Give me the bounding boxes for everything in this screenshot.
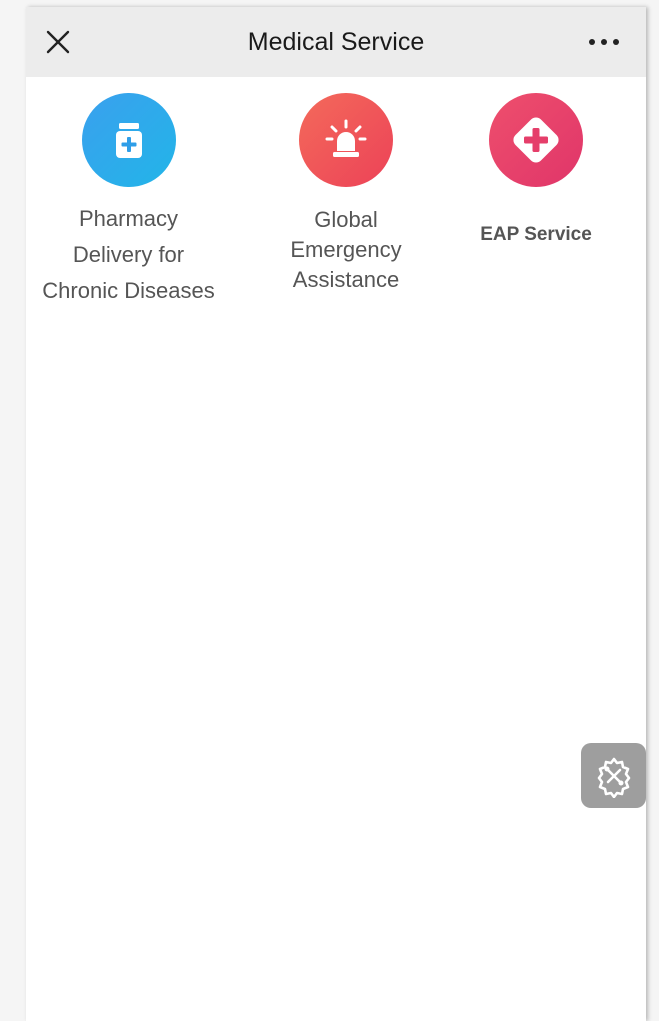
siren-icon bbox=[325, 119, 367, 157]
service-label: Global Emergency Assistance bbox=[290, 207, 402, 292]
tools-gear-icon bbox=[597, 757, 630, 798]
medicine-bottle-icon bbox=[115, 123, 142, 158]
floating-tools-button[interactable] bbox=[581, 743, 646, 808]
emergency-icon-badge bbox=[299, 93, 393, 187]
app-window: Medical Service Pharmacy Delivery for Ch… bbox=[26, 7, 646, 1021]
nav-bar: Medical Service bbox=[26, 7, 646, 77]
close-button[interactable] bbox=[40, 24, 76, 60]
close-icon bbox=[46, 30, 70, 54]
service-eap[interactable]: EAP Service bbox=[451, 93, 621, 247]
medical-cross-icon bbox=[513, 117, 559, 163]
pharmacy-icon-badge bbox=[81, 93, 176, 187]
page-title: Medical Service bbox=[247, 28, 425, 56]
more-button[interactable] bbox=[584, 24, 624, 60]
service-global-emergency[interactable]: Global Emergency Assistance bbox=[266, 93, 426, 295]
service-label: EAP Service bbox=[480, 224, 592, 245]
more-dots-icon bbox=[589, 39, 619, 45]
service-label: Pharmacy Delivery for Chronic Diseases bbox=[42, 206, 215, 303]
eap-icon-badge bbox=[489, 93, 583, 187]
service-pharmacy-delivery[interactable]: Pharmacy Delivery for Chronic Diseases bbox=[26, 93, 231, 309]
